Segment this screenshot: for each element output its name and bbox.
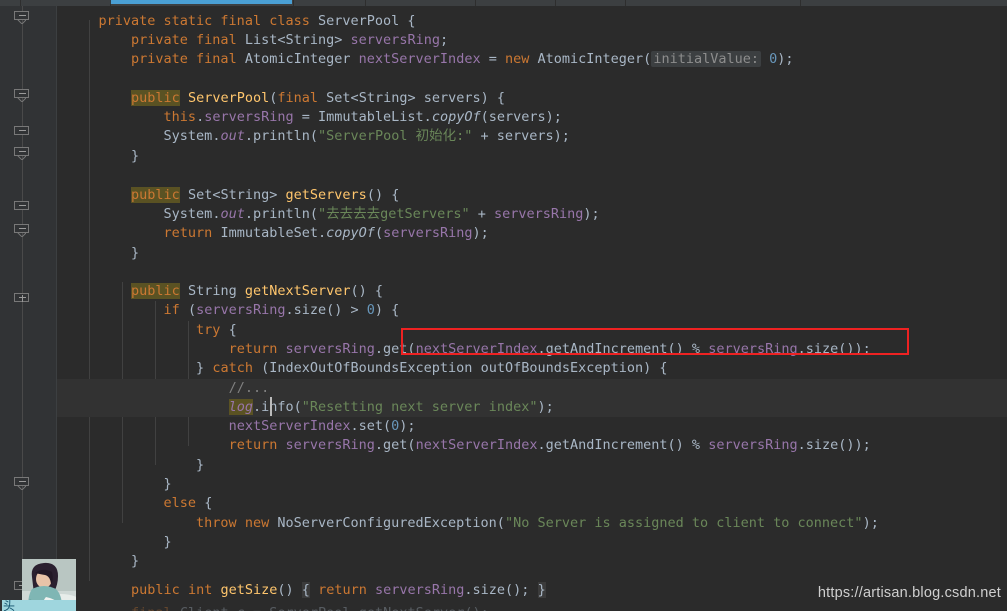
- code-line[interactable]: final Client c = ServerPool.getNextServe…: [57, 604, 1007, 611]
- code-line-text: }: [66, 457, 205, 473]
- usage-highlight: log: [228, 399, 253, 415]
- watermark-url: https://artisan.blog.csdn.net: [817, 585, 1001, 601]
- fold-marker-collapse-icon[interactable]: [14, 224, 31, 237]
- code-line[interactable]: nextServerIndex.set(0);: [57, 417, 1007, 436]
- code-line-text: return serversRing.get(nextServerIndex.g…: [228, 437, 871, 453]
- code-line-text: private static final class ServerPool {: [98, 13, 416, 29]
- code-line[interactable]: private final AtomicInteger nextServerIn…: [57, 50, 1007, 69]
- code-line[interactable]: System.out.println("ServerPool 初始化:" + s…: [57, 127, 1007, 146]
- avatar-label: 头: [3, 599, 16, 611]
- editor-text-area[interactable]: private static final class ServerPool { …: [57, 6, 1007, 611]
- code-line[interactable]: } catch (IndexOutOfBoundsException outOf…: [57, 359, 1007, 378]
- code-line[interactable]: else {: [57, 494, 1007, 513]
- code-line-text: try {: [196, 322, 237, 338]
- code-line-text: }: [66, 476, 172, 492]
- code-line[interactable]: this.serversRing = ImmutableList.copyOf(…: [57, 108, 1007, 127]
- code-line-text: System.out.println("ServerPool 初始化:" + s…: [163, 128, 570, 144]
- code-line[interactable]: if (serversRing.size() > 0) {: [57, 301, 1007, 320]
- fold-marker-collapse-icon[interactable]: [14, 11, 31, 24]
- code-line-text: log.info("Resetting next server index");: [228, 399, 554, 415]
- fold-marker-collapse-icon[interactable]: [14, 477, 31, 490]
- code-line[interactable]: [57, 69, 1007, 88]
- code-line-text: if (serversRing.size() > 0) {: [163, 302, 400, 318]
- code-line-text: return serversRing.get(nextServerIndex.g…: [228, 341, 871, 357]
- code-line[interactable]: }: [57, 244, 1007, 263]
- inline-parameter-hint: initialValue:: [651, 51, 761, 67]
- code-line-current[interactable]: log.info("Resetting next server index");: [57, 398, 1007, 418]
- code-line[interactable]: public Set<String> getServers() {: [57, 186, 1007, 205]
- code-line[interactable]: [57, 166, 1007, 185]
- code-line-text: } catch (IndexOutOfBoundsException outOf…: [66, 360, 668, 376]
- code-line-text: private final AtomicInteger nextServerIn…: [131, 51, 794, 67]
- code-line[interactable]: [57, 263, 1007, 282]
- code-line-text: //...: [228, 380, 270, 396]
- code-line-text: throw new NoServerConfiguredException("N…: [196, 515, 879, 531]
- code-line[interactable]: }: [57, 147, 1007, 166]
- code-line-text: public String getNextServer() {: [131, 283, 384, 299]
- code-line-text: this.serversRing = ImmutableList.copyOf(…: [163, 109, 562, 125]
- usage-highlight: public: [131, 187, 180, 203]
- fold-marker-collapse-icon[interactable]: [14, 89, 31, 102]
- code-line[interactable]: public ServerPool(final Set<String> serv…: [57, 89, 1007, 108]
- text-caret: [270, 397, 272, 416]
- code-line[interactable]: private final List<String> serversRing;: [57, 31, 1007, 50]
- active-tab-indicator[interactable]: [110, 0, 292, 4]
- code-line[interactable]: //...: [57, 379, 1007, 399]
- code-line-text: return ImmutableSet.copyOf(serversRing);: [163, 225, 489, 241]
- code-line[interactable]: }: [57, 533, 1007, 552]
- fold-marker-expand-icon[interactable]: [14, 293, 31, 306]
- code-line[interactable]: System.out.println("去去去去getServers" + se…: [57, 205, 1007, 224]
- code-line-text: public int getSize() { return serversRin…: [131, 582, 546, 598]
- folded-region-placeholder: {: [301, 582, 310, 598]
- editor-gutter[interactable]: [0, 6, 57, 611]
- usage-highlight: public: [131, 90, 180, 106]
- fold-marker-collapse-icon[interactable]: [14, 201, 31, 214]
- code-line[interactable]: }: [57, 475, 1007, 494]
- code-line-text: public Set<String> getServers() {: [131, 187, 400, 203]
- code-line[interactable]: return ImmutableSet.copyOf(serversRing);: [57, 224, 1007, 243]
- folded-region-placeholder: }: [537, 582, 546, 598]
- code-line[interactable]: throw new NoServerConfiguredException("N…: [57, 514, 1007, 533]
- code-line[interactable]: }: [57, 552, 1007, 571]
- code-line-text: }: [66, 245, 140, 261]
- code-line-text: private final List<String> serversRing;: [131, 32, 449, 48]
- code-line-text: System.out.println("去去去去getServers" + se…: [163, 206, 600, 222]
- code-editor-window: private static final class ServerPool { …: [0, 0, 1007, 611]
- fold-marker-collapse-icon[interactable]: [14, 147, 31, 160]
- code-line[interactable]: return serversRing.get(nextServerIndex.g…: [57, 340, 1007, 359]
- code-line[interactable]: private static final class ServerPool {: [57, 12, 1007, 31]
- code-line[interactable]: }: [57, 456, 1007, 475]
- code-line[interactable]: return serversRing.get(nextServerIndex.g…: [57, 436, 1007, 455]
- code-line[interactable]: try {: [57, 321, 1007, 340]
- code-line-text: }: [66, 148, 140, 164]
- code-line-text: public ServerPool(final Set<String> serv…: [131, 90, 506, 106]
- code-line-text: }: [66, 553, 140, 569]
- code-line-text: }: [66, 534, 172, 550]
- usage-highlight: public: [131, 283, 180, 299]
- code-line-text: nextServerIndex.set(0);: [228, 418, 416, 434]
- code-line[interactable]: public String getNextServer() {: [57, 282, 1007, 301]
- code-line-text: final Client c = ServerPool.getNextServe…: [66, 604, 489, 611]
- fold-marker-collapse-icon[interactable]: [14, 126, 31, 139]
- code-line-text: else {: [163, 495, 213, 511]
- avatar-watermark: 头: [2, 559, 76, 611]
